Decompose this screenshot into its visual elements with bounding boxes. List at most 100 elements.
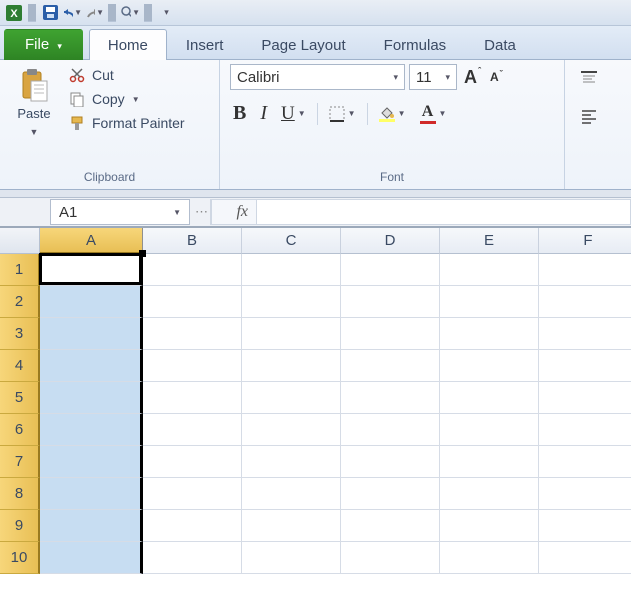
cell[interactable] [40,286,143,318]
cell[interactable] [143,286,242,318]
top-align-button[interactable] [577,68,601,88]
cell[interactable] [40,382,143,414]
cell[interactable] [143,254,242,286]
chevron-down-icon[interactable]: ▼ [95,8,104,17]
cell[interactable] [40,478,143,510]
column-header[interactable]: A [40,228,143,254]
chevron-down-icon[interactable]: ▼ [297,109,306,118]
cell[interactable] [440,414,539,446]
cell[interactable] [242,478,341,510]
cell[interactable] [539,542,631,574]
chevron-down-icon[interactable]: ▼ [438,109,447,118]
row-header[interactable]: 6 [0,414,40,446]
cell[interactable] [242,414,341,446]
cell[interactable] [539,414,631,446]
chevron-down-icon[interactable]: ▼ [131,95,140,104]
insert-function-button[interactable]: fx [211,199,257,225]
cell[interactable] [341,510,440,542]
tab-formulas[interactable]: Formulas [365,29,466,60]
column-header[interactable]: E [440,228,539,254]
row-header[interactable]: 2 [0,286,40,318]
align-left-button[interactable] [577,106,601,126]
cell[interactable] [40,446,143,478]
chevron-down-icon[interactable]: ▼ [172,208,181,217]
cell[interactable] [539,286,631,318]
cell[interactable] [242,510,341,542]
font-size-combo[interactable]: 11 ▾ [409,64,457,90]
cell[interactable] [40,414,143,446]
cell[interactable] [341,446,440,478]
bold-button[interactable]: B [230,100,249,127]
cell[interactable] [40,510,143,542]
cell[interactable] [143,542,242,574]
tab-insert[interactable]: Insert [167,29,243,60]
cell[interactable] [440,286,539,318]
cell[interactable] [143,446,242,478]
chevron-down-icon[interactable]: ▼ [397,109,406,118]
cell[interactable] [242,286,341,318]
column-header[interactable]: B [143,228,242,254]
print-preview-icon[interactable]: ▼ [120,3,140,23]
tab-home[interactable]: Home [89,29,167,60]
name-box[interactable]: A1 ▼ [50,199,190,225]
fill-color-button[interactable]: ▼ [376,103,409,124]
row-header[interactable]: 8 [0,478,40,510]
redo-icon[interactable]: ▼ [84,3,104,23]
cell[interactable] [440,254,539,286]
cell[interactable] [539,446,631,478]
cell[interactable] [539,350,631,382]
cell[interactable] [341,478,440,510]
chevron-down-icon[interactable]: ▼ [347,109,356,118]
cell[interactable] [341,254,440,286]
font-color-button[interactable]: A ▼ [417,101,450,126]
tab-page-layout[interactable]: Page Layout [242,29,364,60]
cell[interactable] [242,542,341,574]
cell[interactable] [440,478,539,510]
chevron-down-icon[interactable]: ▾ [387,72,398,83]
cell[interactable] [143,478,242,510]
cell[interactable] [242,254,341,286]
cell[interactable] [341,542,440,574]
cell[interactable] [143,510,242,542]
cell[interactable] [539,318,631,350]
cell[interactable] [143,382,242,414]
copy-button[interactable]: Copy ▼ [68,90,185,108]
cell[interactable] [539,478,631,510]
shrink-font-button[interactable]: Aˇ [487,68,505,86]
cell[interactable] [40,350,143,382]
borders-button[interactable]: ▼ [326,104,359,124]
chevron-down-icon[interactable]: ▼ [73,8,82,17]
cell[interactable] [242,318,341,350]
column-header[interactable]: C [242,228,341,254]
chevron-down-icon[interactable]: ▼ [131,8,140,17]
grow-font-button[interactable]: Aˆ [461,65,483,90]
cell[interactable] [440,446,539,478]
chevron-down-icon[interactable]: ▼ [30,127,39,137]
cell[interactable] [440,382,539,414]
column-header[interactable]: F [539,228,631,254]
undo-icon[interactable]: ▼ [62,3,82,23]
cell[interactable] [143,350,242,382]
save-icon[interactable] [40,3,60,23]
cell[interactable] [143,414,242,446]
cell[interactable] [440,510,539,542]
row-header[interactable]: 5 [0,382,40,414]
row-header[interactable]: 9 [0,510,40,542]
cell[interactable] [341,414,440,446]
column-header[interactable]: D [341,228,440,254]
customize-qat-icon[interactable]: ▾ [156,3,176,23]
fill-handle[interactable] [139,250,146,257]
row-header[interactable]: 1 [0,254,40,286]
cut-button[interactable]: Cut [68,66,185,84]
row-header[interactable]: 10 [0,542,40,574]
cell[interactable] [539,382,631,414]
row-header[interactable]: 4 [0,350,40,382]
format-painter-button[interactable]: Format Painter [68,114,185,132]
italic-button[interactable]: I [257,100,270,127]
formula-input[interactable] [257,199,631,225]
cell[interactable] [242,446,341,478]
cell[interactable] [40,318,143,350]
chevron-down-icon[interactable]: ▾ [439,72,450,83]
cell[interactable] [539,510,631,542]
cell[interactable] [341,382,440,414]
